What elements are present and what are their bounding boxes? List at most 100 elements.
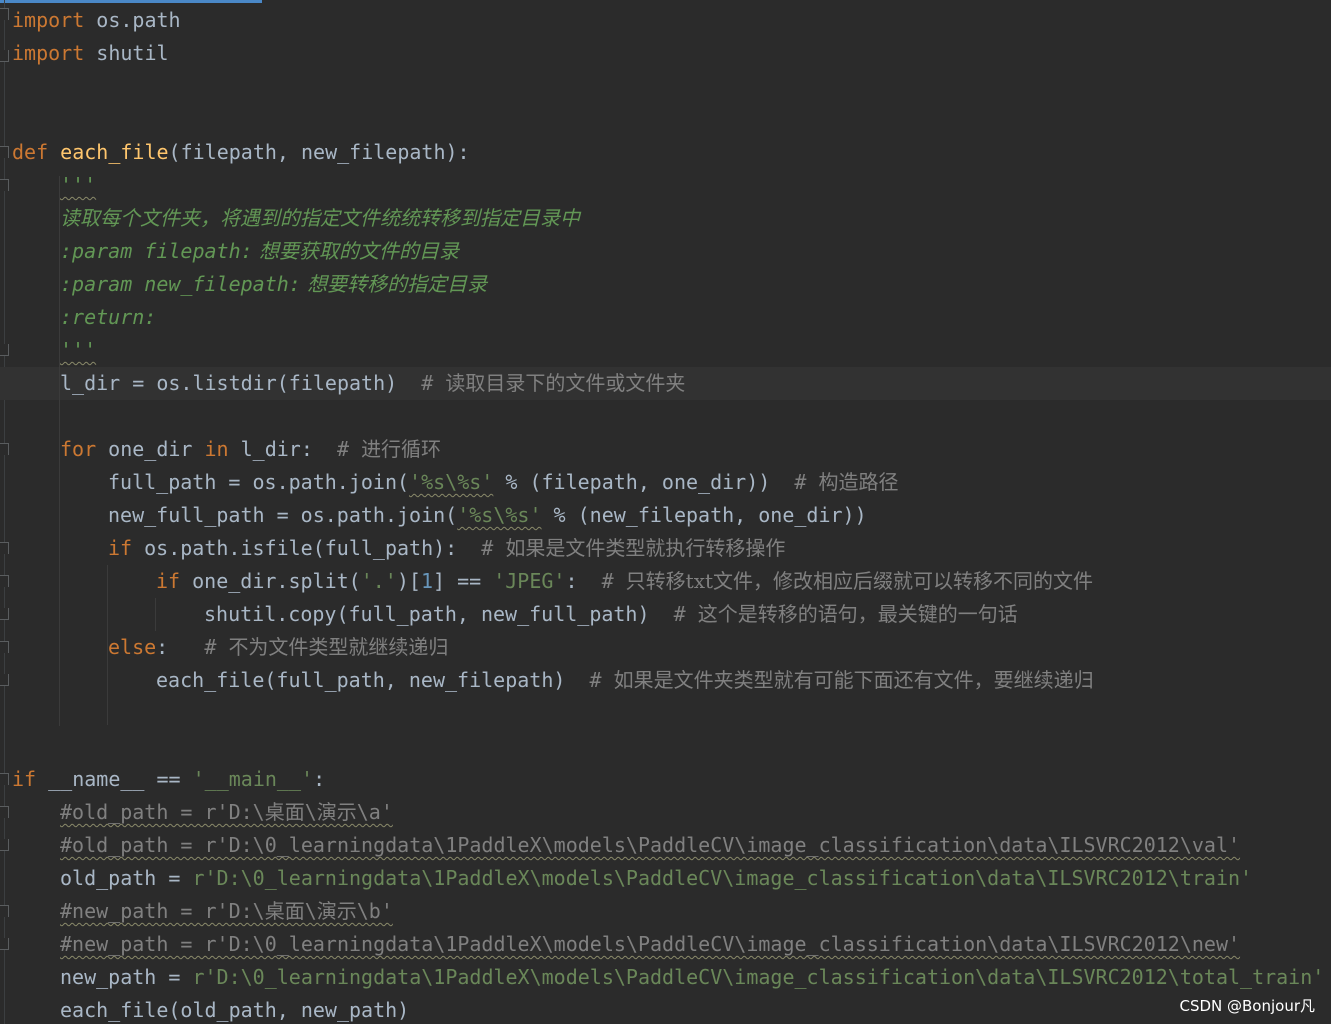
docstring: 读取每个文件夹，将遇到的指定文件统统转移到指定目录中 (60, 206, 580, 230)
code-line[interactable]: :param filepath: 想要获取的文件的目录 (60, 235, 459, 268)
code-text: shutil.copy(full_path, new_full_path) (204, 602, 674, 626)
docstring: 想要转移的指定目录 (300, 272, 488, 296)
code-text: == (144, 767, 193, 791)
keyword: if (156, 569, 181, 593)
string: r'D:\0_learningdata\1PaddleX\models\Padd… (192, 965, 1325, 989)
code-editor[interactable]: import os.path import shutil def each_fi… (0, 0, 1331, 1024)
code-line[interactable]: #new_path = r'D:\桌面\演示\b' (60, 895, 393, 928)
comment: # (673, 602, 698, 626)
watermark: CSDN @Bonjour凡 (1179, 997, 1315, 1015)
code-text: old_path = (60, 866, 193, 890)
code-line[interactable]: if os.path.isfile(full_path): # 如果是文件类型就… (108, 532, 785, 565)
code-line[interactable]: :return: (60, 301, 156, 334)
code-line[interactable]: for one_dir in l_dir: # 进行循环 (60, 433, 441, 466)
keyword: if (12, 767, 37, 791)
code-line[interactable]: new_path = r'D:\0_learningdata\1PaddleX\… (60, 961, 1324, 994)
string: '%s\%s' (409, 470, 494, 494)
string: r'D:\0_learningdata\1PaddleX\models\Padd… (192, 866, 1253, 890)
comment: # (589, 668, 614, 692)
docstring-param: :return: (60, 305, 157, 329)
comment: # (601, 569, 626, 593)
docstring: ''' (60, 338, 97, 362)
keyword: else (108, 635, 157, 659)
code-line[interactable]: old_path = r'D:\0_learningdata\1PaddleX\… (60, 862, 1252, 895)
comment: 不为文件类型就继续递归 (228, 635, 449, 659)
docstring-param: :param filepath: (60, 239, 253, 263)
comment: 如果是文件类型就执行转移操作 (505, 536, 786, 560)
code-text: new_full_path = os.path.join( (108, 503, 458, 527)
comment: 读取目录下的文件或文件夹 (445, 371, 686, 395)
fold-marker-icon[interactable] (0, 641, 9, 653)
code-line[interactable]: #old_path = r'D:\0_learningdata\1PaddleX… (60, 829, 1240, 862)
comment: 进行循环 (361, 437, 442, 461)
code-line[interactable]: full_path = os.path.join('%s\%s' % (file… (108, 466, 898, 499)
code-text: ] == (432, 569, 494, 593)
fold-marker-icon[interactable] (0, 344, 9, 356)
code-text: l_dir: (228, 437, 337, 461)
code-line[interactable]: ''' (60, 334, 96, 367)
code-text: shutil (84, 41, 169, 65)
fold-marker-icon[interactable] (0, 50, 9, 62)
fold-marker-icon[interactable] (0, 938, 9, 950)
fold-marker-icon[interactable] (0, 839, 9, 851)
comment: #new_path = r'D:\0_learningdata\1PaddleX… (60, 932, 1241, 956)
code-line[interactable]: ''' (60, 169, 96, 202)
comment: 构造路径 (818, 470, 899, 494)
docstring: ''' (60, 173, 97, 197)
code-text: % (new_filepath, one_dir)) (541, 503, 867, 527)
keyword: for (60, 437, 97, 461)
code-line[interactable]: 读取每个文件夹，将遇到的指定文件统统转移到指定目录中 (60, 202, 580, 235)
comment: 这个是转移的语句，最关键的一句话 (697, 602, 1018, 626)
code-line[interactable]: import shutil (12, 37, 169, 70)
comment: #old_path = r'D:\0_learningdata\1PaddleX… (60, 833, 1241, 857)
fold-marker-icon[interactable] (0, 146, 9, 158)
fold-marker-icon[interactable] (0, 806, 9, 818)
fold-marker-icon[interactable] (0, 179, 9, 191)
keyword: import (12, 8, 85, 32)
code-text: each_file(old_path, new_path) (60, 998, 410, 1022)
string: 'JPEG' (493, 569, 566, 593)
fold-marker-icon[interactable] (0, 575, 9, 587)
fold-marker-icon[interactable] (0, 542, 9, 554)
keyword: import (12, 41, 85, 65)
code-line[interactable]: l_dir = os.listdir(filepath) # 读取目录下的文件或… (60, 367, 685, 400)
code-line[interactable]: each_file(full_path, new_filepath) # 如果是… (156, 664, 1094, 697)
code-line[interactable]: def each_file(filepath, new_filepath): (12, 136, 470, 169)
code-line[interactable]: #new_path = r'D:\0_learningdata\1PaddleX… (60, 928, 1240, 961)
code-text: each_file(full_path, new_filepath) (156, 668, 590, 692)
code-text: os.path.isfile(full_path): (132, 536, 482, 560)
code-text: one_dir.split( (180, 569, 361, 593)
code-text: os.path (84, 8, 181, 32)
comment: # (204, 635, 229, 659)
active-tab-indicator (0, 0, 262, 3)
code-line[interactable]: shutil.copy(full_path, new_full_path) # … (204, 598, 1018, 631)
string: '__main__' (192, 767, 314, 791)
fold-marker-icon[interactable] (0, 443, 9, 455)
code-line[interactable]: new_full_path = os.path.join('%s\%s' % (… (108, 499, 867, 532)
code-text: : (565, 569, 602, 593)
code-line[interactable]: if one_dir.split('.')[1] == 'JPEG': # 只转… (156, 565, 1093, 598)
code-line[interactable]: #old_path = r'D:\桌面\演示\a' (60, 796, 393, 829)
code-text: full_path = os.path.join( (108, 470, 410, 494)
code-line[interactable]: if __name__ == '__main__': (12, 763, 325, 796)
code-text: one_dir (96, 437, 205, 461)
code-line[interactable]: import os.path (12, 4, 181, 37)
keyword: in (204, 437, 229, 461)
comment: 只转移txt文件，修改相应后缀就可以转移不同的文件 (625, 569, 1094, 593)
comment: 如果是文件夹类型就有可能下面还有文件，要继续递归 (613, 668, 1094, 692)
dunder-name: __name__ (48, 767, 145, 791)
fold-marker-icon[interactable] (0, 608, 9, 620)
string: '.' (360, 569, 397, 593)
string: '%s\%s' (457, 503, 542, 527)
fold-marker-icon[interactable] (0, 905, 9, 917)
code-text: : (156, 635, 205, 659)
code-line[interactable]: else: # 不为文件类型就继续递归 (108, 631, 448, 664)
keyword: if (108, 536, 133, 560)
fold-marker-icon[interactable] (0, 674, 9, 686)
code-line[interactable]: each_file(old_path, new_path) (60, 994, 409, 1024)
code-line[interactable]: :param new_filepath: 想要转移的指定目录 (60, 268, 487, 301)
fold-marker-icon[interactable] (0, 8, 9, 20)
fold-marker-icon[interactable] (0, 773, 9, 785)
docstring: 想要获取的文件的目录 (252, 239, 460, 263)
